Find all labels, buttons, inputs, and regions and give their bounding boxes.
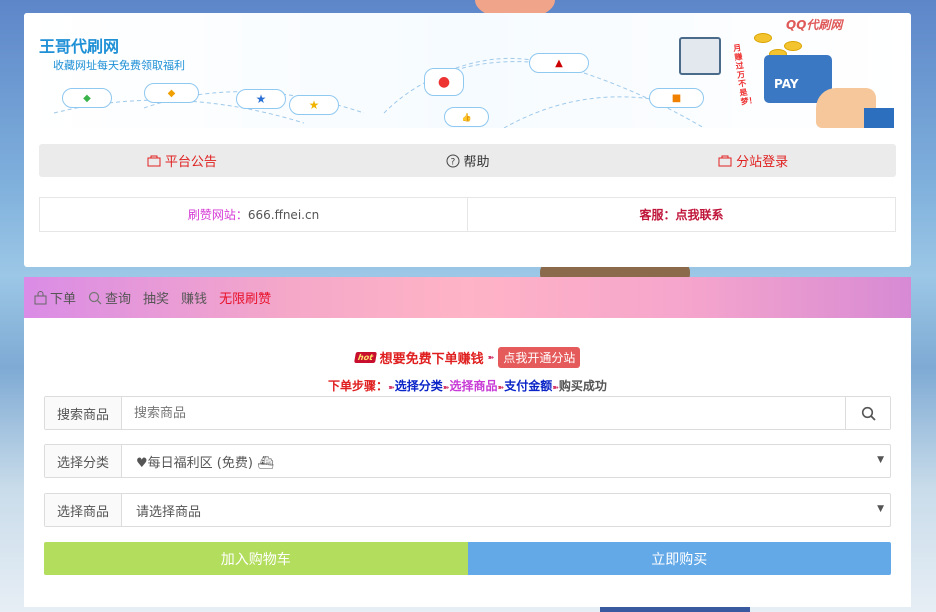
action-buttons: 加入购物车 立即购买 bbox=[44, 542, 891, 575]
add-to-cart-button[interactable]: 加入购物车 bbox=[44, 542, 468, 575]
svg-text:?: ? bbox=[450, 157, 455, 167]
search-button[interactable] bbox=[845, 397, 890, 429]
header-card: 王哥代刷网 收藏网址每天免费领取福利 QQ代刷网 ◆ ◆ ★ ★ ● ▲ 👍 ■… bbox=[24, 13, 911, 267]
tab-lottery[interactable]: 抽奖 bbox=[143, 288, 169, 307]
tab-lottery-label: 抽奖 bbox=[143, 292, 170, 307]
tab-query-label: 查询 bbox=[105, 292, 132, 307]
tab-order[interactable]: 下单 bbox=[34, 288, 76, 307]
hot-badge: hot bbox=[353, 352, 377, 363]
search-input[interactable] bbox=[122, 397, 845, 429]
tab-bar: 下单 查询 抽奖 赚钱 无限刷赞 bbox=[24, 277, 911, 318]
category-value: ♥每日福利区 (免费) ⛴ bbox=[136, 455, 274, 471]
info-row: 刷赞网站： 666.ffnei.cn 客服：点我联系 bbox=[39, 197, 896, 232]
tab-unlimited-likes[interactable]: 无限刷赞 bbox=[219, 288, 271, 307]
site-label: 刷赞网站： bbox=[187, 208, 248, 222]
step-3: 支付金额 bbox=[504, 379, 553, 393]
order-card: 下单 查询 抽奖 赚钱 无限刷赞 hot 想要免费下单赚钱 ➽ 点我开通分站 下… bbox=[24, 277, 911, 607]
arrow-icon: ➽ bbox=[552, 383, 559, 392]
category-select[interactable]: ♥每日福利区 (免费) ⛴ ▼ bbox=[122, 445, 890, 477]
diamond-icon: ◆ bbox=[62, 88, 112, 108]
nav-help[interactable]: ? 帮助 bbox=[325, 151, 611, 170]
category-row: 选择分类 ♥每日福利区 (免费) ⛴ ▼ bbox=[44, 444, 891, 478]
search-icon bbox=[861, 406, 876, 421]
search-icon bbox=[88, 291, 102, 304]
nav-help-label: 帮助 bbox=[463, 155, 490, 170]
nav-notice[interactable]: 平台公告 bbox=[39, 151, 325, 170]
diamond-icon: ◆ bbox=[144, 83, 199, 103]
step-1: 选择分类 bbox=[394, 379, 443, 393]
banner: 王哥代刷网 收藏网址每天免费领取福利 QQ代刷网 ◆ ◆ ★ ★ ● ▲ 👍 ■… bbox=[24, 13, 911, 128]
steps-prefix: 下单步骤： bbox=[328, 379, 389, 393]
chevron-down-icon: ▼ bbox=[877, 455, 884, 465]
penguin-icon: ▲ bbox=[529, 53, 589, 73]
chevron-down-icon: ▼ bbox=[877, 504, 884, 514]
mascot-icon: ● bbox=[424, 68, 464, 96]
top-nav: 平台公告 ? 帮助 分站登录 bbox=[39, 144, 896, 177]
arrow-icon: ➽ bbox=[388, 383, 395, 392]
product-label: 选择商品 bbox=[45, 494, 122, 526]
star-icon: ★ bbox=[289, 95, 339, 115]
buy-now-button[interactable]: 立即购买 bbox=[467, 542, 891, 575]
product-select[interactable]: 请选择商品 ▼ bbox=[122, 494, 890, 526]
search-label: 搜索商品 bbox=[45, 397, 122, 429]
briefcase-icon bbox=[147, 155, 161, 166]
coin-icon bbox=[784, 41, 802, 51]
sleeve-illustration bbox=[864, 108, 894, 128]
product-row: 选择商品 请选择商品 ▼ bbox=[44, 493, 891, 527]
category-label: 选择分类 bbox=[45, 445, 122, 477]
open-substation-button[interactable]: 点我开通分站 bbox=[498, 347, 581, 368]
tab-earn[interactable]: 赚钱 bbox=[181, 288, 207, 307]
promo-line: hot 想要免费下单赚钱 ➽ 点我开通分站 bbox=[24, 347, 911, 368]
product-value: 请选择商品 bbox=[136, 504, 202, 520]
thumbs-up-icon: 👍 bbox=[444, 107, 489, 127]
order-steps: 下单步骤：➽选择分类➽选择商品➽支付金额➽购买成功 bbox=[24, 377, 911, 394]
customer-service[interactable]: 客服：点我联系 bbox=[467, 198, 895, 231]
site-subtitle: 收藏网址每天免费领取福利 bbox=[53, 59, 185, 72]
tab-query[interactable]: 查询 bbox=[88, 288, 131, 307]
tab-unlimited-label: 无限刷赞 bbox=[219, 292, 272, 307]
bag-icon bbox=[34, 290, 47, 304]
step-2: 选择商品 bbox=[449, 379, 498, 393]
banner-logo: QQ代刷网 bbox=[786, 18, 843, 32]
pay-text: PAY bbox=[774, 77, 799, 91]
star-icon: ★ bbox=[236, 89, 286, 109]
tab-earn-label: 赚钱 bbox=[181, 292, 208, 307]
customer-service-link[interactable]: 客服：点我联系 bbox=[639, 206, 723, 223]
tab-order-label: 下单 bbox=[50, 292, 77, 307]
site-title: 王哥代刷网 bbox=[39, 37, 120, 56]
arrow-icon: ➽ bbox=[487, 353, 495, 362]
nav-notice-label: 平台公告 bbox=[164, 155, 217, 170]
question-icon: ? bbox=[446, 154, 459, 167]
handset-icon: ■ bbox=[649, 88, 704, 108]
site-value: 666.ffnei.cn bbox=[247, 207, 320, 222]
briefcase-icon bbox=[718, 155, 732, 166]
site-info: 刷赞网站： 666.ffnei.cn bbox=[40, 198, 467, 231]
calculator-icon bbox=[679, 37, 721, 75]
promo-text: 想要免费下单赚钱 bbox=[379, 352, 484, 367]
step-4: 购买成功 bbox=[558, 379, 607, 393]
coin-icon bbox=[754, 33, 772, 43]
nav-substation-login[interactable]: 分站登录 bbox=[610, 151, 896, 170]
nav-login-label: 分站登录 bbox=[736, 155, 789, 170]
search-row: 搜索商品 bbox=[44, 396, 891, 430]
